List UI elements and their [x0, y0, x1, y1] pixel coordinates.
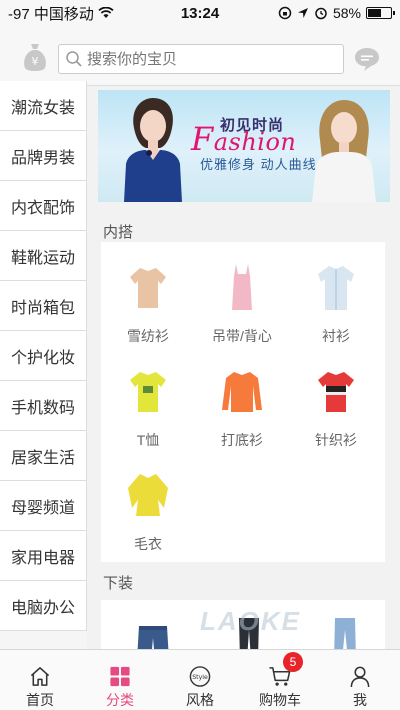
- search-icon: [66, 51, 82, 67]
- banner-title-en-rest: ashion: [213, 128, 297, 156]
- sidebar-item[interactable]: 潮流女装: [0, 81, 87, 131]
- sidebar-item-label: 个护化妆: [11, 349, 76, 367]
- category-grid-item[interactable]: 针织衫: [289, 352, 383, 456]
- sidebar-item-label: 居家生活: [11, 449, 76, 467]
- category-grid-item[interactable]: 毛衣: [101, 456, 195, 560]
- sidebar-item[interactable]: 品牌男装: [0, 131, 87, 181]
- tab-me[interactable]: 我: [320, 650, 400, 710]
- rotation-lock-icon: [278, 6, 292, 20]
- carrier-label: -97 中国移动: [8, 5, 94, 23]
- location-icon: [297, 8, 308, 18]
- search-input[interactable]: [87, 50, 327, 68]
- banner-subtitle: 优雅修身 动人曲线: [200, 157, 317, 172]
- tab-category-label: 分类: [106, 692, 134, 708]
- camisole-icon: [232, 264, 252, 310]
- category-content: 初见时尚 Fashion 优雅修身 动人曲线 内搭 雪纺衫 吊带/背心 衬衫 T恤 打底…: [87, 81, 400, 649]
- watermark-logo: LAOKE: [200, 606, 301, 636]
- search-box[interactable]: [58, 44, 344, 74]
- sidebar-item-label: 品牌男装: [11, 149, 76, 167]
- section-title-inner: 内搭: [103, 224, 134, 241]
- home-icon: [30, 667, 50, 686]
- status-time: 13:24: [180, 4, 220, 22]
- style-icon: Style: [189, 666, 211, 687]
- banner-title-en-initial: F: [191, 120, 214, 158]
- tab-me-label: 我: [353, 692, 367, 708]
- search-header: ¥: [0, 26, 400, 86]
- banner-title-en: Fashion: [191, 120, 296, 158]
- model-woman-right-image: [312, 100, 376, 202]
- sidebar-item-label: 内衣配饰: [11, 199, 76, 217]
- category-grid-item[interactable]: 雪纺衫: [101, 248, 195, 352]
- category-sidebar: 潮流女装品牌男装内衣配饰鞋靴运动时尚箱包个护化妆手机数码居家生活母婴频道家用电器…: [0, 81, 87, 649]
- status-bar: -97 中国移动 13:24 58%: [0, 0, 400, 26]
- base-shirt-icon: [222, 372, 262, 412]
- model-woman-left-image: [124, 98, 182, 202]
- category-grid-item[interactable]: 打底衫: [195, 352, 289, 456]
- category-grid-item[interactable]: T恤: [101, 352, 195, 456]
- svg-text:Style: Style: [192, 674, 208, 681]
- section-inner-grid: 雪纺衫 吊带/背心 衬衫 T恤 打底衫 针织衫毛衣: [101, 242, 385, 562]
- sidebar-item[interactable]: 母婴频道: [0, 481, 87, 531]
- sidebar-item-label: 时尚箱包: [11, 299, 76, 317]
- battery-percent: 58%: [332, 5, 361, 21]
- tshirt-icon: [130, 372, 166, 412]
- svg-text:¥: ¥: [32, 55, 39, 68]
- battery-fill: [368, 9, 381, 17]
- cart-count-badge: 5: [283, 652, 303, 672]
- sidebar-item[interactable]: 内衣配饰: [0, 181, 87, 231]
- sidebar-item[interactable]: 家用电器: [0, 531, 87, 581]
- category-grid-item[interactable]: 吊带/背心: [195, 248, 289, 352]
- category-grid-label: 毛衣: [134, 536, 162, 552]
- promo-banner[interactable]: 初见时尚 Fashion 优雅修身 动人曲线: [98, 90, 390, 202]
- light-jeans-product-image[interactable]: [325, 614, 365, 649]
- tab-style-label: 风格: [186, 692, 214, 708]
- category-grid-label: 雪纺衫: [127, 328, 169, 344]
- sidebar-item-label: 家用电器: [11, 549, 76, 567]
- user-icon: [350, 666, 370, 688]
- knit-shirt-icon: [318, 372, 354, 412]
- sidebar-item[interactable]: 鞋靴运动: [0, 231, 87, 281]
- chiffon-shirt-icon: [130, 268, 166, 308]
- category-grid-item[interactable]: 衬衫: [289, 248, 383, 352]
- money-bag-icon[interactable]: ¥: [20, 41, 50, 73]
- sidebar-item-label: 鞋靴运动: [11, 249, 76, 267]
- category-grid-label: 衬衫: [322, 328, 350, 344]
- tab-home-label: 首页: [26, 692, 54, 708]
- tab-category[interactable]: 分类: [80, 650, 160, 710]
- sidebar-item[interactable]: 居家生活: [0, 431, 87, 481]
- sidebar-item[interactable]: 个护化妆: [0, 331, 87, 381]
- category-grid-label: 针织衫: [315, 432, 357, 448]
- sidebar-item[interactable]: 手机数码: [0, 381, 87, 431]
- jeans-product-image[interactable]: [133, 620, 173, 649]
- category-grid-label: 打底衫: [221, 432, 263, 448]
- alarm-icon: [315, 7, 327, 20]
- sidebar-item-label: 母婴频道: [11, 499, 76, 517]
- category-grid-label: 吊带/背心: [212, 328, 272, 344]
- sidebar-item-label: 潮流女装: [11, 99, 76, 117]
- tab-style[interactable]: Style 风格: [160, 650, 240, 710]
- category-grid-label: T恤: [136, 432, 160, 448]
- battery-icon: [366, 7, 395, 19]
- sidebar-item-label: 电脑办公: [11, 599, 76, 617]
- category-icon: [110, 666, 130, 687]
- sidebar-item[interactable]: 时尚箱包: [0, 281, 87, 331]
- sweater-icon: [128, 474, 168, 516]
- tab-cart[interactable]: 购物车 5: [240, 650, 320, 710]
- sidebar-item-label: 手机数码: [11, 399, 76, 417]
- section-title-bottoms: 下装: [103, 575, 134, 592]
- wifi-icon: [98, 7, 114, 18]
- bottom-tabbar: 首页 分类 Style 风格 购物车 5 我: [0, 649, 400, 710]
- sidebar-item[interactable]: 电脑办公: [0, 581, 87, 631]
- tab-home[interactable]: 首页: [0, 650, 80, 710]
- message-icon[interactable]: [353, 46, 381, 72]
- tab-cart-label: 购物车: [259, 692, 301, 708]
- shirt-icon: [318, 266, 354, 310]
